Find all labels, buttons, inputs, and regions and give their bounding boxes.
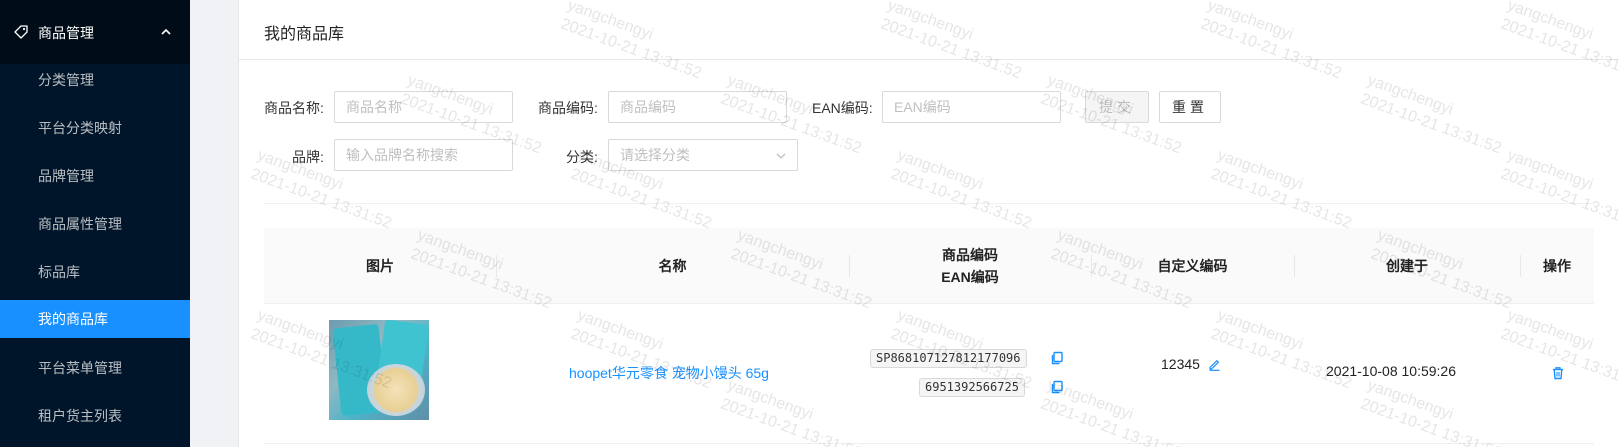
- category-filter-label: 分类:: [566, 149, 598, 165]
- header-name: 名称: [496, 228, 849, 304]
- brand-filter-label: 品牌:: [292, 149, 324, 165]
- brand-filter-input[interactable]: [334, 139, 513, 171]
- tag-icon: [14, 25, 28, 39]
- category-select-placeholder: 请选择分类: [620, 147, 690, 163]
- header-action: 操作: [1520, 228, 1594, 304]
- product-name-link[interactable]: hoopet华元零食 宠物小馒头 65g: [569, 363, 769, 383]
- card-header: 我的商品库: [239, 0, 1618, 60]
- sidebar-item-attributes[interactable]: 商品属性管理: [0, 205, 190, 243]
- header-image: 图片: [264, 228, 496, 304]
- ean-code: 6951392566725: [919, 378, 1025, 397]
- sidebar-item-tenant-owners[interactable]: 租户货主列表: [0, 397, 190, 435]
- ean-filter-label: EAN编码:: [812, 100, 873, 116]
- sidebar-item-brand[interactable]: 品牌管理: [0, 157, 190, 195]
- category-select[interactable]: 请选择分类: [608, 139, 798, 171]
- page-title: 我的商品库: [264, 26, 345, 43]
- code-filter-label: 商品编码:: [538, 100, 598, 116]
- header-created-label: 创建于: [1386, 258, 1428, 274]
- reset-button[interactable]: 重置: [1159, 91, 1221, 123]
- product-code: SP868107127812177096: [870, 349, 1027, 368]
- header-name-label: 名称: [658, 258, 687, 274]
- code-filter-input[interactable]: [608, 91, 787, 123]
- product-image[interactable]: [329, 320, 429, 420]
- content-gutter: [190, 0, 238, 447]
- header-action-label: 操作: [1543, 258, 1571, 274]
- edit-icon[interactable]: [1208, 358, 1221, 371]
- header-ean-label: EAN编码: [941, 269, 999, 285]
- product-library-card: 我的商品库 商品名称: 商品编码: EAN编码: 提交 重置 品牌: 分类: 请…: [238, 0, 1618, 447]
- header-custom-code: 自定义编码: [1091, 228, 1294, 304]
- sidebar-item-standard-library[interactable]: 标品库: [0, 253, 190, 291]
- header-custom-label: 自定义编码: [1157, 258, 1228, 274]
- name-filter-input[interactable]: [334, 91, 513, 123]
- sidebar-group-label: 商品管理: [38, 25, 94, 41]
- chevron-up-icon: [161, 28, 171, 35]
- ean-filter-input[interactable]: [882, 91, 1061, 123]
- sidebar-item-category[interactable]: 分类管理: [0, 61, 190, 99]
- copy-icon[interactable]: [1050, 351, 1064, 365]
- table-row: hoopet华元零食 宠物小馒头 65g SP86810712781217709…: [264, 304, 1594, 444]
- sidebar-group-product-management[interactable]: 商品管理: [0, 0, 190, 64]
- header-image-label: 图片: [366, 258, 394, 274]
- custom-code: 12345: [1161, 356, 1200, 372]
- chevron-down-icon: [776, 153, 786, 159]
- sidebar: 商品管理 分类管理 平台分类映射 品牌管理 商品属性管理 标品库 我的商品库 平…: [0, 0, 190, 447]
- delete-icon[interactable]: [1551, 366, 1565, 380]
- table-header: 图片 名称 商品编码 EAN编码 自定义编码 创建于 操作: [264, 228, 1594, 304]
- created-time: 2021-10-08 10:59:26: [1326, 363, 1456, 379]
- sidebar-item-my-products[interactable]: 我的商品库: [0, 300, 190, 338]
- header-codes: 商品编码 EAN编码: [849, 228, 1091, 304]
- submit-button[interactable]: 提交: [1085, 91, 1149, 123]
- header-code-label: 商品编码: [942, 247, 998, 263]
- sidebar-item-platform-menu[interactable]: 平台菜单管理: [0, 349, 190, 387]
- copy-icon[interactable]: [1050, 380, 1064, 394]
- name-filter-label: 商品名称:: [264, 100, 324, 116]
- product-image-bowl: [367, 364, 425, 416]
- header-created: 创建于: [1294, 228, 1520, 304]
- sidebar-item-platform-category-mapping[interactable]: 平台分类映射: [0, 109, 190, 147]
- divider: [264, 203, 1594, 204]
